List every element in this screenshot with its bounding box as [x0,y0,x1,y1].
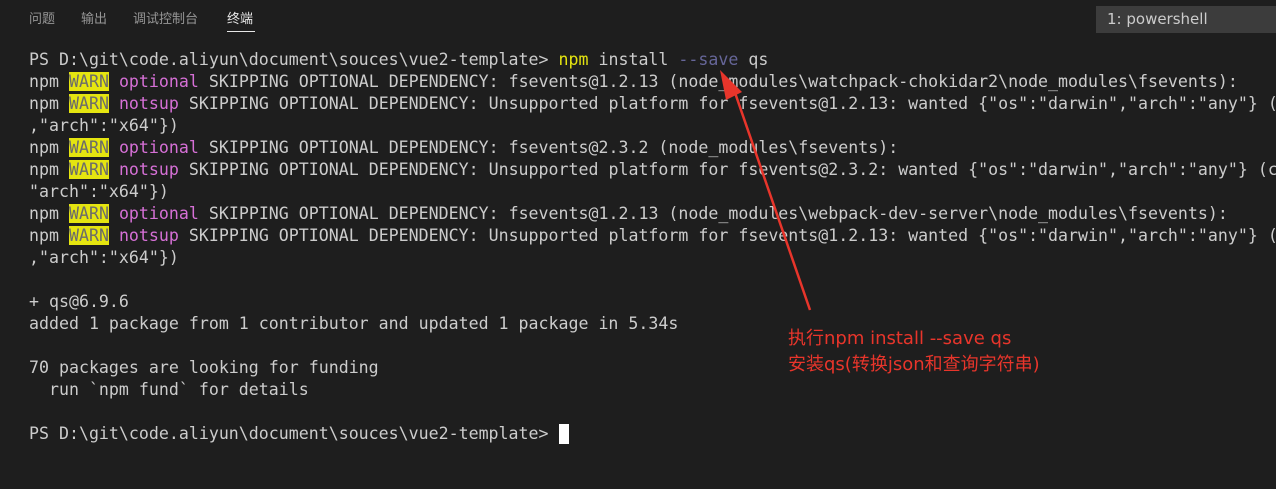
warn-text: SKIPPING OPTIONAL DEPENDENCY: Unsupporte… [178,94,1276,113]
panel-tab-bar: 问题 输出 调试控制台 终端 1: powershell [0,0,1276,40]
command-arg-install: install [598,50,669,69]
command-program: npm [558,50,589,69]
warn-text: SKIPPING OPTIONAL DEPENDENCY: fsevents@2… [198,138,899,157]
tab-output[interactable]: 输出 [81,11,107,29]
warn-type: optional [118,72,199,91]
funding-hint-line: run `npm fund` for details [29,380,309,399]
warn-text: SKIPPING OPTIONAL DEPENDENCY: fsevents@1… [198,204,1228,223]
terminal-output[interactable]: PS D:\git\code.aliyun\document\souces\vu… [29,49,1276,489]
installed-package-line: + qs@6.9.6 [29,292,129,311]
warning-line: npm WARN notsup SKIPPING OPTIONAL DEPEND… [29,225,1276,247]
warn-type: optional [118,204,199,223]
warn-text: SKIPPING OPTIONAL DEPENDENCY: fsevents@1… [198,72,1238,91]
warn-badge: WARN [68,94,109,113]
warn-badge: WARN [68,226,109,245]
command-arg-qs: qs [748,50,769,69]
annotation-note: 执行npm install --save qs 安装qs(转换json和查询字符… [788,326,1040,378]
terminal-instance-select[interactable]: 1: powershell [1096,6,1276,33]
warn-badge: WARN [68,160,109,179]
warn-badge: WARN [68,138,109,157]
warn-type: notsup [118,94,179,113]
install-summary-line: added 1 package from 1 contributor and u… [29,314,679,333]
final-prompt: PS D:\git\code.aliyun\document\souces\vu… [29,424,559,443]
funding-line: 70 packages are looking for funding [29,358,379,377]
command-flag-save: --save [678,50,739,69]
warn-prefix: npm [29,138,69,157]
warn-type: optional [118,138,199,157]
warn-text: SKIPPING OPTIONAL DEPENDENCY: Unsupporte… [178,160,1276,179]
warn-type: notsup [118,160,179,179]
vscode-terminal-panel: 问题 输出 调试控制台 终端 1: powershell PS D:\git\c… [0,0,1276,489]
warn-type: notsup [118,226,179,245]
tab-debug-console[interactable]: 调试控制台 [133,11,198,29]
warn-badge: WARN [68,72,109,91]
wrapped-line: "arch":"x64"}) [29,182,169,201]
wrapped-line: ,"arch":"x64"}) [29,116,179,135]
warn-text: SKIPPING OPTIONAL DEPENDENCY: Unsupporte… [178,226,1276,245]
warn-prefix: npm [29,72,69,91]
active-tab-indicator [227,31,255,32]
warning-line: npm WARN optional SKIPPING OPTIONAL DEPE… [29,137,898,159]
tab-problems[interactable]: 问题 [29,11,55,29]
warning-line: npm WARN optional SKIPPING OPTIONAL DEPE… [29,71,1238,93]
warn-prefix: npm [29,160,69,179]
warning-line: npm WARN notsup SKIPPING OPTIONAL DEPEND… [29,93,1276,115]
annotation-line-1: 执行npm install --save qs [788,328,1012,349]
terminal-cursor [559,424,569,444]
warn-prefix: npm [29,204,69,223]
warn-badge: WARN [68,204,109,223]
terminal-command-line: PS D:\git\code.aliyun\document\souces\vu… [29,49,768,71]
warn-prefix: npm [29,226,69,245]
warning-line: npm WARN notsup SKIPPING OPTIONAL DEPEND… [29,159,1276,181]
wrapped-line: ,"arch":"x64"}) [29,248,179,267]
warn-prefix: npm [29,94,69,113]
warning-line: npm WARN optional SKIPPING OPTIONAL DEPE… [29,203,1228,225]
tab-terminal[interactable]: 终端 [227,11,253,29]
prompt-path: PS D:\git\code.aliyun\document\souces\vu… [29,50,559,69]
annotation-line-2: 安装qs(转换json和查询字符串) [788,354,1040,375]
